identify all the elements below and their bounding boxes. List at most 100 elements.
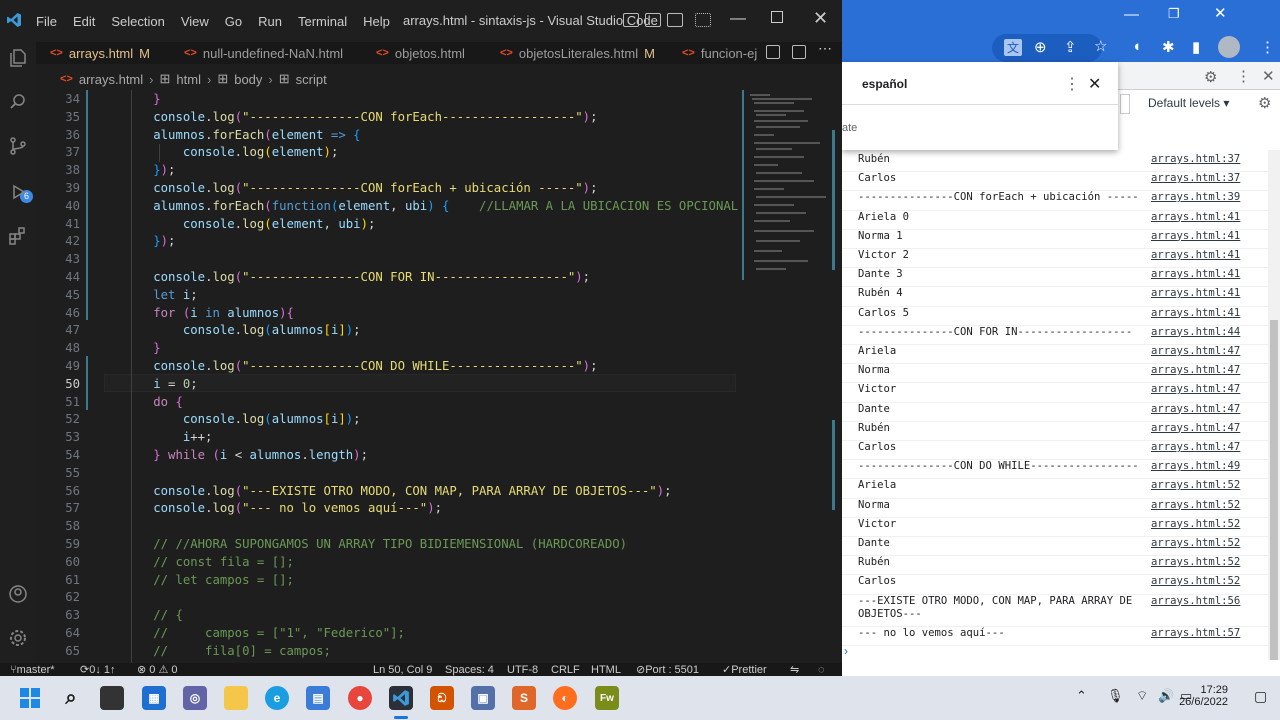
breadcrumb-html[interactable]: html [176, 72, 201, 87]
console-source-link[interactable]: arrays.html:47 [1151, 403, 1240, 416]
code-line[interactable]: 60 // const fila = []; [36, 553, 736, 571]
code-line[interactable]: 42 }); [36, 232, 736, 250]
sublime-icon[interactable]: S [512, 686, 536, 710]
minimap[interactable] [742, 90, 830, 280]
toggle-sidebar-icon[interactable] [623, 13, 639, 27]
language-mode[interactable]: HTML [591, 663, 621, 676]
code-editor[interactable]: 34 } 35 console.log("---------------CON f… [36, 90, 842, 663]
console-source-link[interactable]: arrays.html:47 [1151, 364, 1240, 377]
translate-close-icon[interactable]: ✕ [1088, 74, 1101, 94]
account-icon[interactable] [8, 584, 28, 604]
zoom-icon[interactable]: ⊕ [1034, 38, 1047, 56]
log-levels-dropdown[interactable]: Default levels ▾ [1148, 96, 1229, 110]
close-icon[interactable]: ✕ [1214, 4, 1227, 22]
windows-start-icon[interactable] [18, 686, 42, 710]
more-actions-icon[interactable]: ⋯ [818, 40, 832, 57]
xampp-icon[interactable]: ඞ [430, 686, 454, 710]
console-source-link[interactable]: arrays.html:47 [1151, 345, 1240, 358]
menu-go[interactable]: Go [217, 14, 250, 29]
console-settings-icon[interactable]: ⚙ [1258, 94, 1271, 112]
console-scrollbar-thumb[interactable] [1270, 320, 1278, 660]
console-source-link[interactable]: arrays.html:44 [1151, 326, 1240, 339]
tab-null-undefined-nan[interactable]: <> null-undefined-NaN.html [184, 42, 343, 64]
chevron-up-icon[interactable]: ⌃ [1076, 688, 1087, 704]
live-server-status[interactable]: ⊘ Port : 5501 [636, 663, 699, 676]
breadcrumb-script[interactable]: script [296, 72, 327, 87]
code-line[interactable]: 47 console.log(alumnos[i]); [36, 321, 736, 339]
tab-objetos[interactable]: <> objetos.html [376, 42, 465, 64]
console-source-link[interactable]: arrays.html:52 [1151, 556, 1240, 569]
console-source-link[interactable]: arrays.html:57 [1151, 627, 1240, 640]
console-source-link[interactable]: arrays.html:52 [1151, 479, 1240, 492]
toggle-panel-icon[interactable] [645, 13, 661, 27]
open-changes-icon[interactable] [766, 45, 780, 59]
bookmark-star-icon[interactable]: ☆ [1094, 37, 1107, 55]
extensions-puzzle-icon[interactable]: ✱ [1162, 38, 1175, 56]
save-disk-icon[interactable]: ▣ [471, 686, 495, 710]
code-line[interactable]: 55 [36, 464, 736, 482]
menu-run[interactable]: Run [250, 14, 290, 29]
code-line[interactable]: 40 alumnos.forEach(function(element, ubi… [36, 197, 738, 215]
widgets-icon[interactable]: ▦ [142, 686, 166, 710]
notification-icon[interactable]: ▢ [1254, 688, 1267, 705]
teams-chat-icon[interactable]: ◎ [183, 686, 207, 710]
console-filter-input[interactable] [1120, 94, 1130, 114]
source-control-icon[interactable] [8, 136, 28, 156]
code-line[interactable]: 34 } [36, 90, 736, 108]
console-source-link[interactable]: arrays.html:37 [1151, 153, 1240, 166]
extensions-icon[interactable] [8, 226, 28, 246]
menu-edit[interactable]: Edit [65, 14, 103, 29]
devtools-close-icon[interactable]: ✕ [1262, 67, 1275, 85]
task-view-icon[interactable] [100, 686, 124, 710]
feedback-icon[interactable]: ⇋ [790, 663, 799, 676]
translate-language-tab[interactable]: español [862, 77, 907, 91]
code-line[interactable]: 52 console.log(alumnos[i]); [36, 410, 736, 428]
code-line[interactable]: 46 for (i in alumnos){ [36, 304, 736, 322]
code-line[interactable]: 50 i = 0; [36, 375, 736, 393]
devtools-settings-icon[interactable]: ⚙ [1204, 68, 1217, 86]
code-line[interactable]: 44 console.log("---------------CON FOR I… [36, 268, 736, 286]
notifications-icon[interactable]: ◌ [818, 663, 825, 676]
share-icon[interactable]: ⇪ [1064, 38, 1077, 56]
devtools-menu-icon[interactable]: ⋮ [1236, 67, 1251, 85]
console-source-link[interactable]: arrays.html:41 [1151, 307, 1240, 320]
store-icon[interactable]: ▤ [306, 686, 330, 710]
customize-layout-icon[interactable] [695, 13, 711, 27]
file-explorer-icon[interactable] [224, 686, 248, 710]
tab-objetos-literales[interactable]: <> objetosLiterales.html M [500, 42, 655, 64]
side-panel-icon[interactable]: ▮ [1192, 38, 1200, 56]
console-source-link[interactable]: arrays.html:52 [1151, 499, 1240, 512]
code-line[interactable]: 36 alumnos.forEach(element => { [36, 126, 736, 144]
console-prompt-icon[interactable]: › [844, 644, 848, 658]
volume-icon[interactable]: 🔊 [1158, 688, 1174, 704]
microphone-icon[interactable]: 🎙 [1107, 688, 1124, 704]
menu-selection[interactable]: Selection [103, 14, 172, 29]
tab-funcion-ej[interactable]: <> funcion-ej [682, 42, 757, 64]
code-line[interactable]: 57 console.log("--- no lo vemos aquí---"… [36, 499, 736, 517]
code-line[interactable]: 56 console.log("---EXISTE OTRO MODO, CON… [36, 482, 736, 500]
console-source-link[interactable]: arrays.html:47 [1151, 422, 1240, 435]
indentation-status[interactable]: Spaces: 4 [445, 663, 494, 676]
extension-icon[interactable]: ◖ [1132, 38, 1141, 55]
sync-status[interactable]: ⟳ 0↓ 1↑ [80, 663, 116, 676]
code-line[interactable]: 39 console.log("---------------CON forEa… [36, 179, 736, 197]
code-line[interactable]: 41 console.log(element, ubi); [36, 215, 736, 233]
code-line[interactable]: 59 // //AHORA SUPONGAMOS UN ARRAY TIPO B… [36, 535, 736, 553]
system-clock[interactable]: 17:29 26/6/2022 [1179, 684, 1228, 708]
menu-terminal[interactable]: Terminal [290, 14, 355, 29]
chrome-browser-icon[interactable]: ● [348, 686, 372, 710]
console-source-link[interactable]: arrays.html:41 [1151, 249, 1240, 262]
code-line[interactable]: 51 do { [36, 393, 736, 411]
menu-file[interactable]: File [28, 14, 65, 29]
breadcrumb-body[interactable]: body [234, 72, 262, 87]
minimize-icon[interactable]: — [1124, 6, 1139, 23]
wifi-icon[interactable]: ⌔ [1136, 688, 1148, 704]
console-source-link[interactable]: arrays.html:41 [1151, 287, 1240, 300]
firefox-icon[interactable]: ◐ [553, 686, 577, 710]
code-line[interactable]: 62 [36, 588, 736, 606]
code-line[interactable]: 65 // fila[0] = campos; [36, 642, 736, 660]
code-line[interactable]: 64 // campos = ["1", "Federico"]; [36, 624, 736, 642]
console-source-link[interactable]: arrays.html:52 [1151, 537, 1240, 550]
encoding-status[interactable]: UTF-8 [507, 663, 538, 676]
translate-icon[interactable]: 文 [1004, 39, 1023, 56]
